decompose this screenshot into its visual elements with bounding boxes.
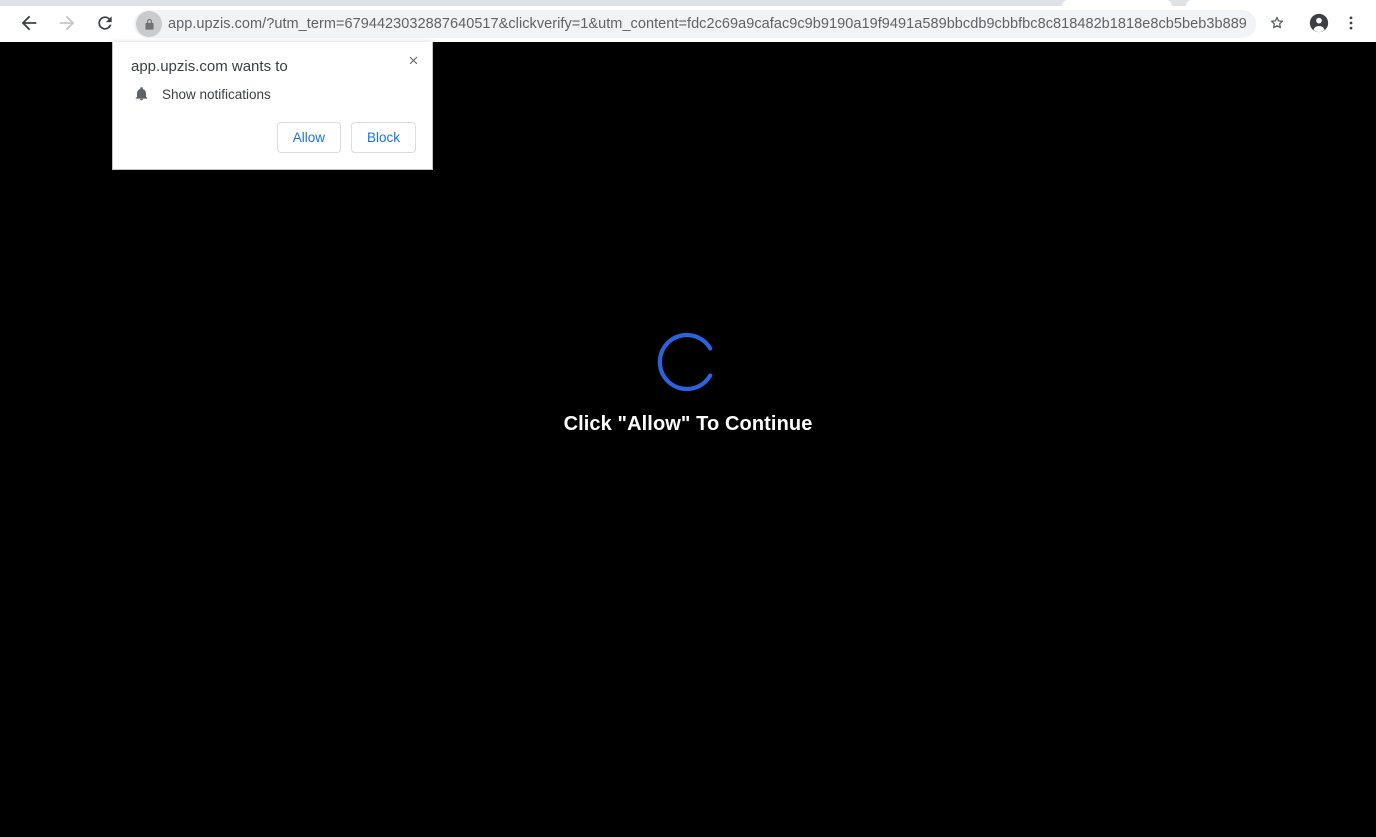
- url-text: app.upzis.com/?utm_term=6794423032887640…: [168, 16, 1246, 32]
- three-dots-vertical-icon: [1342, 14, 1360, 35]
- browser-toolbar: app.upzis.com/?utm_term=6794423032887640…: [0, 6, 1376, 42]
- permission-request-row: Show notifications: [131, 86, 271, 102]
- avatar-icon: [1308, 12, 1330, 37]
- forward-button[interactable]: [52, 9, 82, 39]
- star-icon: [1267, 13, 1287, 36]
- allow-button[interactable]: Allow: [276, 122, 341, 153]
- loading-block: Click "Allow" To Continue: [0, 330, 1376, 436]
- close-icon[interactable]: [400, 47, 426, 73]
- reload-button[interactable]: [90, 9, 120, 39]
- permission-label: Show notifications: [162, 86, 271, 102]
- browser-window: app.upzis.com/?utm_term=6794423032887640…: [0, 0, 1376, 837]
- back-arrow-icon: [18, 12, 40, 37]
- lock-icon[interactable]: [136, 11, 162, 37]
- address-bar[interactable]: app.upzis.com/?utm_term=6794423032887640…: [134, 10, 1256, 38]
- permission-dialog-title: app.upzis.com wants to: [131, 58, 288, 75]
- loader-caption: Click "Allow" To Continue: [563, 413, 813, 435]
- reload-icon: [95, 13, 115, 36]
- profile-avatar[interactable]: [1304, 9, 1334, 39]
- bookmark-star-icon[interactable]: [1262, 9, 1292, 39]
- permission-dialog-actions: Allow Block: [276, 122, 416, 153]
- block-button[interactable]: Block: [350, 122, 416, 153]
- bell-icon: [131, 86, 151, 102]
- chrome-menu-button[interactable]: [1336, 9, 1366, 39]
- back-button[interactable]: [14, 9, 44, 39]
- notification-permission-dialog: app.upzis.com wants to Show notification…: [112, 42, 433, 170]
- loading-spinner-icon: [656, 330, 720, 394]
- forward-arrow-icon: [56, 12, 78, 37]
